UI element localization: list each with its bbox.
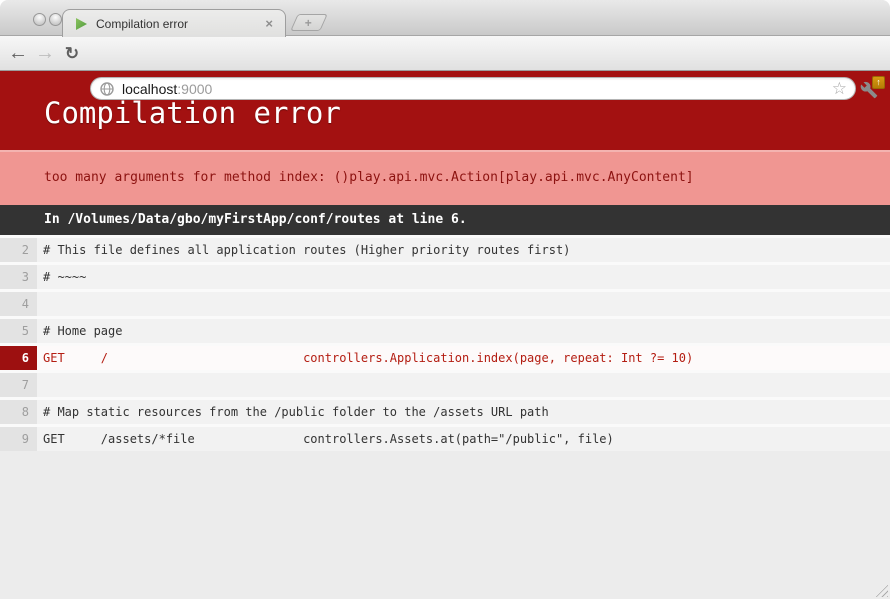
- line-text: GET / controllers.Application.index(page…: [37, 346, 890, 370]
- new-tab-button[interactable]: +: [290, 14, 328, 31]
- line-text: # This file defines all application rout…: [37, 238, 890, 262]
- line-number: 5: [0, 319, 37, 343]
- code-line: 8 # Map static resources from the /publi…: [0, 400, 890, 424]
- line-text: [37, 373, 890, 397]
- update-badge-icon: ↑: [872, 76, 885, 89]
- page-title: Compilation error: [44, 96, 890, 130]
- line-number: 3: [0, 265, 37, 289]
- close-window-button[interactable]: [33, 13, 46, 26]
- line-text: # Home page: [37, 319, 890, 343]
- code-line: 4: [0, 292, 890, 316]
- line-text: [37, 292, 890, 316]
- minimize-window-button[interactable]: [49, 13, 62, 26]
- url-host: localhost: [122, 81, 177, 97]
- error-detail-text: too many arguments for method index: ()p…: [44, 170, 694, 185]
- settings-menu-button[interactable]: ↑: [860, 78, 886, 102]
- code-line: 7: [0, 373, 890, 397]
- line-text: GET /assets/*file controllers.Assets.at(…: [37, 427, 890, 451]
- forward-button[interactable]: →: [33, 36, 57, 71]
- line-number: 9: [0, 427, 37, 451]
- code-line: 2 # This file defines all application ro…: [0, 238, 890, 262]
- code-line: 5 # Home page: [0, 319, 890, 343]
- url-text[interactable]: localhost:9000: [122, 81, 832, 97]
- line-text: # ~~~~: [37, 265, 890, 289]
- line-text: # Map static resources from the /public …: [37, 400, 890, 424]
- browser-window: Compilation error × + ← → ↻ localhost:90…: [0, 0, 890, 599]
- page-content: Compilation error too many arguments for…: [0, 71, 890, 599]
- code-line: 9 GET /assets/*file controllers.Assets.a…: [0, 427, 890, 451]
- line-number: 7: [0, 373, 37, 397]
- line-number: 4: [0, 292, 37, 316]
- error-detail-banner: too many arguments for method index: ()p…: [0, 150, 890, 205]
- code-line: 6 GET / controllers.Application.index(pa…: [0, 346, 890, 370]
- tab-close-icon[interactable]: ×: [263, 17, 275, 30]
- tab-compilation-error[interactable]: Compilation error ×: [62, 9, 286, 37]
- code-line: 3 # ~~~~: [0, 265, 890, 289]
- globe-icon: [100, 82, 114, 96]
- bookmark-star-icon[interactable]: ☆: [832, 80, 847, 97]
- window-titlebar[interactable]: Compilation error × +: [0, 0, 890, 36]
- url-port: :9000: [177, 81, 212, 97]
- back-button[interactable]: ←: [6, 36, 30, 71]
- play-framework-favicon: [75, 17, 88, 31]
- line-number: 2: [0, 238, 37, 262]
- line-number: 8: [0, 400, 37, 424]
- address-bar[interactable]: localhost:9000 ☆: [90, 77, 856, 100]
- code-listing: 2 # This file defines all application ro…: [0, 235, 890, 451]
- plus-icon: +: [305, 17, 312, 29]
- line-number: 6: [0, 346, 37, 370]
- tab-title: Compilation error: [96, 17, 263, 31]
- error-location-bar: In /Volumes/Data/gbo/myFirstApp/conf/rou…: [0, 205, 890, 235]
- reload-button[interactable]: ↻: [60, 36, 84, 71]
- browser-toolbar: ← → ↻ localhost:9000 ☆ ↑: [0, 36, 890, 71]
